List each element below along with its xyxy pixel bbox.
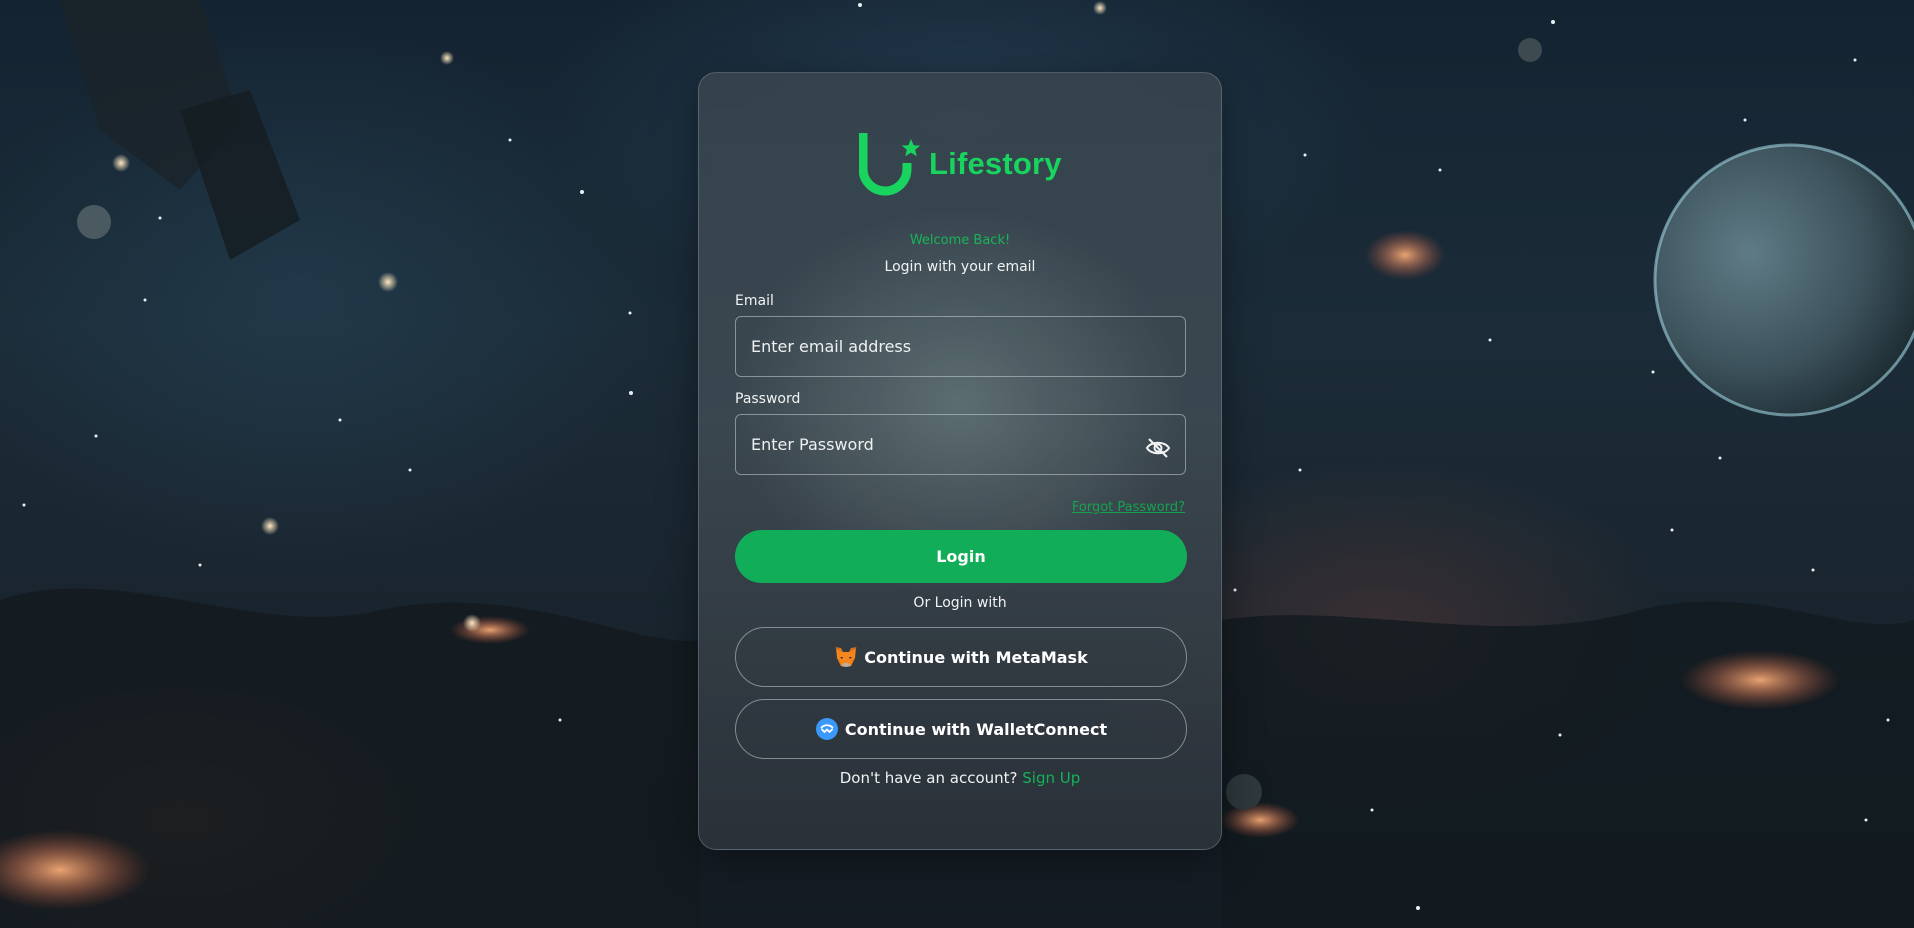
password-label: Password	[735, 391, 801, 407]
login-card: Lifestory Welcome Back! Login with your …	[698, 72, 1222, 850]
forgot-password-link[interactable]: Forgot Password?	[1072, 500, 1185, 515]
metamask-button[interactable]: Continue with MetaMask	[735, 627, 1187, 687]
password-field[interactable]	[735, 414, 1186, 475]
login-button[interactable]: Login	[735, 530, 1187, 583]
email-label: Email	[735, 293, 774, 309]
lifestory-logo-icon	[859, 133, 921, 196]
or-login-with-text: Or Login with	[913, 595, 1007, 611]
no-account-text: Don't have an account?	[839, 769, 1018, 787]
email-field[interactable]	[735, 316, 1186, 377]
signup-row: Don't have an account? Sign Up	[699, 769, 1221, 787]
welcome-text: Welcome Back!	[909, 233, 1011, 248]
brand-logo: Lifestory	[859, 131, 1062, 197]
walletconnect-icon	[815, 718, 838, 740]
brand-name: Lifestory	[929, 146, 1062, 181]
login-subtitle: Login with your email	[884, 259, 1036, 275]
eye-off-icon[interactable]	[1145, 437, 1171, 459]
walletconnect-button[interactable]: Continue with WalletConnect	[735, 699, 1187, 759]
signup-link[interactable]: Sign Up	[1022, 769, 1080, 787]
metamask-fox-icon	[835, 647, 858, 667]
metamask-button-label: Continue with MetaMask	[864, 647, 1088, 667]
walletconnect-button-label: Continue with WalletConnect	[844, 719, 1108, 739]
